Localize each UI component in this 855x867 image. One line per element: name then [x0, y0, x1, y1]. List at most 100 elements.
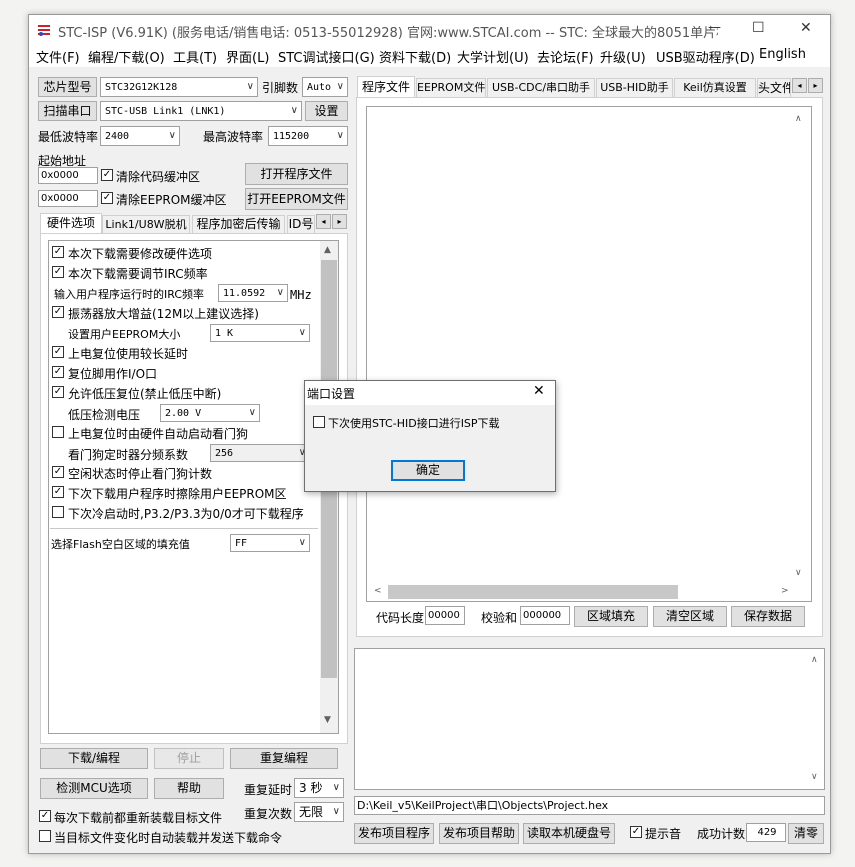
menu-university[interactable]: 大学计划(U)	[457, 47, 529, 66]
port-select[interactable]: STC-USB Link1 (LNK1) ∨	[100, 101, 302, 121]
publish-help-button[interactable]: 发布项目帮助	[439, 823, 519, 844]
tab-usb-hid[interactable]: USB-HID助手	[596, 78, 673, 98]
menu-forum[interactable]: 去论坛(F)	[537, 47, 594, 66]
tab-id[interactable]: ID号	[287, 215, 315, 234]
tab-scroll-left-button[interactable]: ◂	[316, 214, 331, 229]
option-long-delay-checkbox[interactable]: ✓	[52, 346, 64, 358]
clear-count-button[interactable]: 清零	[788, 823, 824, 844]
open-program-button[interactable]: 打开程序文件	[245, 163, 348, 185]
clear-area-button[interactable]: 清空区域	[653, 606, 727, 627]
read-disk-id-button[interactable]: 读取本机硬盘号	[523, 823, 615, 844]
chip-type-button[interactable]: 芯片型号	[38, 77, 97, 97]
menu-upgrade[interactable]: 升级(U)	[600, 47, 646, 66]
help-button[interactable]: 帮助	[154, 778, 224, 799]
hex-scroll-left-icon[interactable]: <	[374, 586, 382, 596]
hex-viewer[interactable]	[366, 106, 812, 602]
maximize-button[interactable]: ☐	[752, 20, 765, 36]
right-tab-scroll-left-button[interactable]: ◂	[792, 78, 807, 93]
option-erase-eeprom-checkbox[interactable]: ✓	[52, 486, 64, 498]
tab-scroll-right-button[interactable]: ▸	[332, 214, 347, 229]
tab-eeprom-file[interactable]: EEPROM文件	[416, 78, 486, 98]
eeprom-address-input[interactable]: 0x0000	[38, 190, 98, 207]
clear-eeprom-label: 清除EEPROM缓冲区	[116, 193, 227, 207]
output-log[interactable]	[354, 648, 825, 790]
repeat-delay-select[interactable]: 3 秒 ∨	[294, 778, 344, 798]
reload-target-checkbox[interactable]: ✓	[39, 810, 51, 822]
scroll-down-icon[interactable]: ▼	[324, 715, 331, 725]
dialog-ok-button[interactable]: 确定	[391, 460, 465, 481]
download-program-button[interactable]: 下载/编程	[40, 748, 148, 769]
hex-scroll-right-icon[interactable]: >	[781, 586, 789, 596]
log-scroll-down-icon[interactable]: ∨	[811, 772, 818, 782]
pin-count-select[interactable]: Auto ∨	[302, 77, 348, 97]
option-reset-io-checkbox[interactable]: ✓	[52, 366, 64, 378]
tab-hardware-options[interactable]: 硬件选项	[40, 213, 102, 234]
log-scroll-up-icon[interactable]: ∧	[811, 655, 818, 665]
tab-usb-cdc-serial[interactable]: USB-CDC/串口助手	[487, 78, 595, 98]
eeprom-size-select[interactable]: 1 K ∨	[210, 324, 310, 342]
port-value: STC-USB Link1 (LNK1)	[105, 106, 226, 117]
scan-port-button[interactable]: 扫描串口	[38, 101, 97, 121]
min-baud-select[interactable]: 2400 ∨	[100, 126, 180, 146]
port-settings-button[interactable]: 设置	[305, 101, 348, 121]
tab-program-file[interactable]: 程序文件	[357, 76, 415, 98]
check-mcu-button[interactable]: 检测MCU选项	[40, 778, 148, 799]
option-oscillator-gain-checkbox[interactable]: ✓	[52, 306, 64, 318]
option-auto-watchdog-checkbox[interactable]	[52, 426, 64, 438]
menu-english[interactable]: English	[759, 47, 806, 62]
scroll-up-icon[interactable]: ▲	[324, 245, 331, 255]
tab-encrypted-transfer[interactable]: 程序加密后传输	[192, 215, 285, 234]
flash-fill-select[interactable]: FF ∨	[230, 534, 310, 552]
right-tab-scroll-right-button[interactable]: ▸	[808, 78, 823, 93]
flash-fill-label: 选择Flash空白区域的填充值	[51, 538, 190, 551]
tab-keil-emulation[interactable]: Keil仿真设置	[674, 78, 756, 98]
open-eeprom-button[interactable]: 打开EEPROM文件	[245, 188, 348, 210]
publish-program-button[interactable]: 发布项目程序	[354, 823, 434, 844]
hex-hscroll-thumb[interactable]	[388, 585, 678, 599]
option-p32-p33-checkbox[interactable]	[52, 506, 64, 518]
low-voltage-select[interactable]: 2.00 V ∨	[160, 404, 260, 422]
reprogram-button[interactable]: 重复编程	[230, 748, 338, 769]
menu-debug[interactable]: STC调试接口(G)	[278, 47, 375, 66]
menu-program[interactable]: 编程/下载(O)	[88, 47, 165, 66]
tab-link1-offline[interactable]: Link1/U8W脱机	[102, 215, 190, 234]
menu-tools[interactable]: 工具(T)	[173, 47, 217, 66]
option-adjust-irc-label: 本次下载需要调节IRC频率	[68, 267, 208, 281]
option-idle-stop-watchdog-checkbox[interactable]: ✓	[52, 466, 64, 478]
hex-scroll-down-icon[interactable]: ∨	[795, 568, 802, 578]
option-low-voltage-reset-checkbox[interactable]: ✓	[52, 386, 64, 398]
code-address-input[interactable]: 0x0000	[38, 167, 98, 184]
max-baud-select[interactable]: 115200 ∨	[268, 126, 348, 146]
clear-eeprom-checkbox[interactable]: ✓	[101, 192, 113, 204]
auto-send-checkbox[interactable]	[39, 830, 51, 842]
sound-checkbox[interactable]: ✓	[630, 826, 642, 838]
tab-header-file[interactable]: 头文件	[757, 78, 791, 98]
chip-type-select[interactable]: STC32G12K128 ∨	[100, 77, 258, 97]
chevron-down-icon: ∨	[298, 327, 306, 338]
chevron-down-icon: ∨	[332, 806, 340, 817]
repeat-count-select[interactable]: 无限 ∨	[294, 802, 344, 822]
menu-file[interactable]: 文件(F)	[36, 47, 80, 66]
close-button[interactable]: ✕	[800, 20, 812, 36]
dialog-close-icon[interactable]: ✕	[533, 383, 545, 399]
code-length-value: 00000	[425, 606, 465, 625]
option-modify-hardware-checkbox[interactable]: ✓	[52, 246, 64, 258]
reload-target-label: 每次下载前都重新装载目标文件	[54, 811, 223, 825]
irc-frequency-select[interactable]: 11.0592 ∨	[218, 284, 288, 302]
watchdog-prescaler-select[interactable]: 256 ∨	[210, 444, 310, 462]
stop-button[interactable]: 停止	[154, 748, 224, 769]
success-count-label: 成功计数	[697, 827, 746, 841]
max-baud-label: 最高波特率	[203, 130, 264, 144]
option-adjust-irc-checkbox[interactable]: ✓	[52, 266, 64, 278]
menu-interface[interactable]: 界面(L)	[226, 47, 269, 66]
area-fill-button[interactable]: 区域填充	[574, 606, 648, 627]
eeprom-size-value: 1 K	[215, 328, 234, 339]
clear-code-checkbox[interactable]: ✓	[101, 169, 113, 181]
save-data-button[interactable]: 保存数据	[731, 606, 805, 627]
minimize-button[interactable]: —	[708, 20, 721, 35]
menu-download[interactable]: 资料下载(D)	[379, 47, 451, 66]
checksum-label: 校验和	[481, 611, 518, 625]
hex-scroll-up-icon[interactable]: ∧	[795, 114, 802, 124]
menu-usb-driver[interactable]: USB驱动程序(D)	[656, 47, 755, 66]
use-hid-checkbox[interactable]	[313, 416, 325, 428]
